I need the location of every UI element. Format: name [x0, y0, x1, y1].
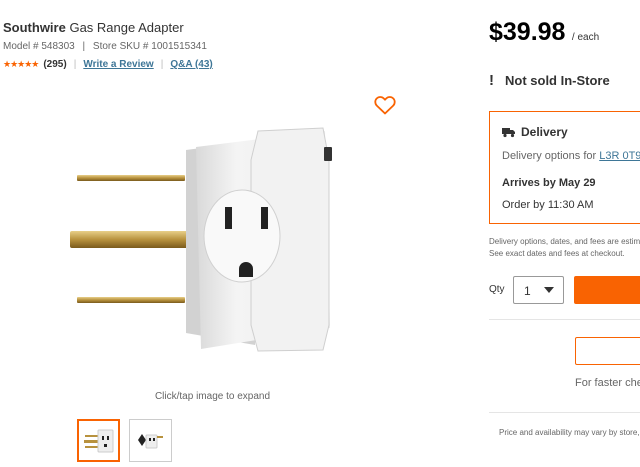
secondary-button[interactable]	[575, 337, 640, 365]
product-info-column: Southwire Gas Range Adapter Model # 5483…	[0, 0, 470, 467]
arrival-date: Arrives by May 29	[502, 177, 596, 189]
delivery-header: Delivery	[502, 125, 568, 139]
store-availability: ! Not sold In-Store	[489, 72, 610, 89]
price-unit: / each	[571, 32, 600, 43]
exclamation-icon: !	[489, 72, 494, 89]
delivery-options-prefix: Delivery options for	[502, 150, 597, 162]
product-image[interactable]	[65, 125, 350, 360]
faster-checkout-text: For faster che	[575, 377, 640, 389]
ratings-separator: |	[73, 59, 77, 70]
price: $39.98 / each	[489, 18, 599, 47]
not-sold-label: Not sold In-Store	[505, 73, 610, 88]
thumbnail-plug-side-icon	[138, 434, 163, 449]
delivery-options-line: Delivery options for L3R 0T9	[502, 150, 640, 162]
buy-box: $39.98 / each ! Not sold In-Store Delive…	[470, 0, 640, 467]
store-sku: Store SKU # 1001515341	[92, 41, 207, 52]
postal-code-link[interactable]: L3R 0T9	[599, 150, 640, 162]
disclaimer-line-2: See exact dates and fees at checkout.	[489, 249, 625, 258]
model-number: Model # 548303	[3, 41, 75, 52]
thumbnail-1[interactable]	[77, 419, 120, 462]
delivery-title: Delivery	[521, 125, 568, 139]
qa-link[interactable]: Q&A (43)	[170, 59, 212, 70]
delivery-truck-icon	[502, 127, 515, 137]
product-brand: Southwire	[3, 20, 66, 35]
delivery-disclaimer: Delivery options, dates, and fees are es…	[489, 236, 640, 260]
ratings-row: ★★★★★ (295) | Write a Review | Q&A (43)	[3, 59, 213, 70]
thumbnail-2[interactable]	[129, 419, 172, 462]
star-rating-icon[interactable]: ★★★★★	[3, 59, 39, 70]
ratings-separator: |	[160, 59, 164, 70]
add-to-cart-button[interactable]	[574, 276, 640, 304]
divider	[489, 319, 640, 320]
divider	[489, 412, 640, 413]
quantity-select[interactable]: 1	[513, 276, 564, 304]
product-title: Southwire Gas Range Adapter	[3, 20, 184, 35]
order-by-time: Order by 11:30 AM	[502, 199, 594, 211]
thumbnail-plug-front-icon	[84, 429, 114, 453]
write-review-link[interactable]: Write a Review	[83, 59, 153, 70]
disclaimer-line-1: Delivery options, dates, and fees are es…	[489, 237, 640, 246]
delivery-option-card[interactable]: Delivery Delivery options for L3R 0T9 Ar…	[489, 111, 640, 224]
meta-separator: |	[82, 41, 86, 52]
price-amount: $39.98	[489, 18, 566, 46]
price-availability-note: Price and availability may vary by store…	[499, 428, 640, 437]
chevron-down-icon	[544, 287, 554, 293]
quantity-value: 1	[524, 284, 531, 298]
quantity-label: Qty	[489, 284, 505, 295]
expand-hint: Click/tap image to expand	[154, 391, 271, 402]
rating-count[interactable]: (295)	[43, 59, 66, 70]
favorite-heart-icon[interactable]	[373, 93, 397, 117]
product-name: Gas Range Adapter	[69, 20, 184, 35]
product-identifiers: Model # 548303 | Store SKU # 1001515341	[3, 41, 207, 52]
